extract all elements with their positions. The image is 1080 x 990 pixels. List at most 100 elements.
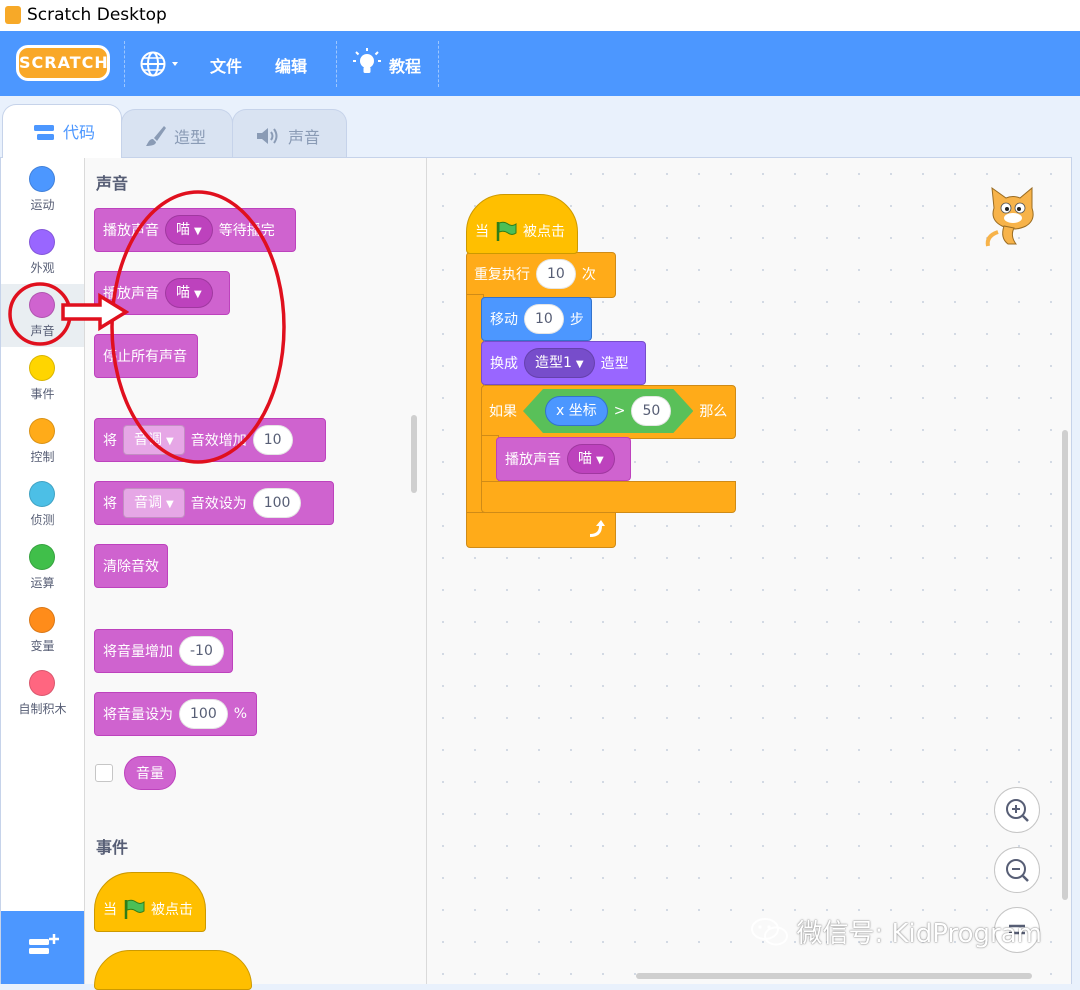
script-start-sound-block[interactable]: 播放声音 喵 ▼ [496,437,631,481]
scratch-app-icon [5,6,21,24]
dropdown-caret-icon: ▼ [596,455,604,466]
workspace-vertical-scrollbar[interactable] [1062,430,1068,900]
switch-costume-block[interactable]: 换成 造型1 ▼ 造型 [481,341,646,385]
dropdown-caret-icon: ▼ [575,359,584,370]
number-input[interactable]: 50 [631,396,671,426]
operator-symbol: > [613,403,626,419]
category-sensing-label: 侦测 [30,513,55,527]
category-sensing-dot [29,481,55,507]
edit-menu[interactable]: 编辑 [275,53,307,77]
annotation-ellipse [110,190,286,464]
watermark: 微信号: KidProgram [750,913,1042,950]
tab-costumes[interactable]: 造型 [121,109,233,157]
costume-dropdown[interactable]: 造型1 ▼ [524,348,595,378]
dropdown-value: 喵 [578,451,592,467]
block-text: 次 [581,267,596,283]
number-input[interactable]: 10 [524,304,564,334]
green-flag-icon [124,899,145,919]
block-text: 移动 [490,312,518,328]
menu-bar: SCRATCH 文件 编辑 教程 [0,31,1080,96]
category-sensing[interactable]: 侦测 [1,473,84,536]
when-flag-clicked-block[interactable]: 当 被点击 [94,872,206,932]
category-operators-dot [29,544,55,570]
number-input[interactable]: 100 [179,699,228,729]
tab-sounds-label: 声音 [288,128,321,147]
block-text: 那么 [699,404,728,420]
block-text: 将音量设为 [103,707,173,723]
clear-sound-effects-block[interactable]: 清除音效 [94,544,168,588]
block-text: 播放声音 [505,452,561,468]
number-input[interactable]: -10 [179,636,224,666]
volume-monitor-checkbox[interactable] [95,764,113,782]
number-input[interactable]: 10 [536,259,576,289]
menu-separator [336,41,337,87]
move-steps-block[interactable]: 移动 10 步 [481,297,592,341]
x-position-reporter[interactable]: x 坐标 [545,396,608,426]
block-text: 当 [103,902,117,918]
repeat-arrow-icon [590,520,605,537]
window-title-bar: Scratch Desktop [0,0,1080,32]
add-extension-button[interactable] [1,911,84,984]
category-my-blocks-dot [29,670,55,696]
volume-reporter-block[interactable]: 音量 [124,756,176,790]
tab-code[interactable]: 代码 [2,104,122,158]
watermark-text: 微信号: KidProgram [796,919,1042,949]
change-volume-block[interactable]: 将音量增加 -10 [94,629,233,673]
block-text: 步 [569,312,584,328]
zoom-out-icon [1006,859,1029,882]
repeat-block-bottom [466,512,616,548]
wechat-icon [751,917,789,945]
dropdown-value: 造型1 [535,355,572,371]
zoom-out-button[interactable] [994,847,1040,893]
speaker-icon [257,128,278,144]
palette-scrollbar[interactable] [411,415,417,493]
block-text: 音效设为 [190,496,247,512]
block-text: 清除音效 [103,559,159,575]
sound-dropdown[interactable]: 喵 ▼ [567,444,615,474]
tutorials-button[interactable]: 教程 [352,48,432,80]
file-menu[interactable]: 文件 [210,53,242,77]
red-annotation-overlay [8,190,286,464]
zoom-in-button[interactable] [994,787,1040,833]
workspace-horizontal-scrollbar[interactable] [636,973,1032,979]
category-my-blocks-label: 自制积木 [18,702,67,716]
category-operators[interactable]: 运算 [1,536,84,599]
paintbrush-icon [146,126,166,146]
language-menu[interactable] [140,49,186,79]
greater-than-operator[interactable]: x 坐标 > 50 [523,389,693,433]
category-operators-label: 运算 [30,576,55,590]
effect-dropdown[interactable]: 音调 ▼ [123,488,185,518]
green-flag-icon [496,221,517,241]
set-volume-block[interactable]: 将音量设为 100 % [94,692,257,736]
block-text: 造型 [600,356,629,372]
block-text: 如果 [489,404,517,420]
block-text: 被点击 [151,902,193,918]
block-text: % [233,706,248,722]
scratch-logo[interactable]: SCRATCH [16,45,110,81]
category-variables-label: 变量 [30,639,55,653]
if-then-block-bottom [481,481,736,513]
block-text: 将音量增加 [103,644,173,660]
set-effect-block[interactable]: 将 音调 ▼ 音效设为 100 [94,481,334,525]
script-when-flag-clicked[interactable]: 当 被点击 [466,194,578,254]
annotation-arrow-icon [61,292,130,332]
annotation-circle [8,282,72,346]
dropdown-caret-icon: ▼ [166,499,174,510]
block-text: 当 [475,224,489,240]
block-text: 音量 [136,766,164,782]
block-text: 换成 [490,356,518,372]
code-blocks-icon [34,125,54,140]
tab-code-label: 代码 [63,123,96,142]
tutorials-label: 教程 [389,57,422,76]
tab-sounds[interactable]: 声音 [232,109,347,157]
category-variables-dot [29,607,55,633]
category-variables[interactable]: 变量 [1,599,84,662]
if-then-block-label: 如果 x 坐标 > 50 那么 [481,385,735,437]
when-key-pressed-block[interactable] [94,950,252,990]
window-title: Scratch Desktop [27,5,167,25]
block-text: 将 [103,496,117,512]
globe-icon [140,51,178,77]
number-input[interactable]: 100 [252,488,302,518]
repeat-block-label: 重复执行 10 次 [466,252,604,296]
category-my-blocks[interactable]: 自制积木 [1,662,84,725]
